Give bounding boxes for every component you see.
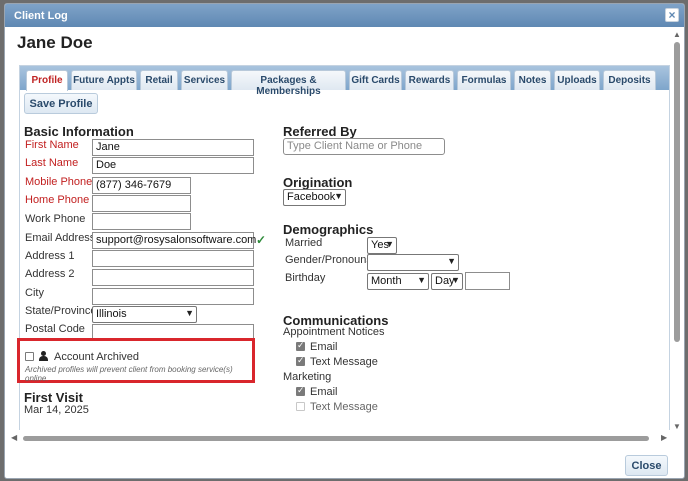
- appointment-text-checkbox[interactable]: [296, 355, 305, 366]
- archive-note: Archived profiles will prevent client fr…: [25, 365, 233, 383]
- email-label: Email Address: [25, 232, 96, 244]
- save-profile-button[interactable]: Save Profile: [24, 93, 98, 114]
- tab-rewards[interactable]: Rewards: [405, 70, 454, 90]
- account-archived-label: Account Archived: [54, 351, 139, 363]
- email-field[interactable]: support@rosysalonsoftware.com: [92, 232, 256, 249]
- dialog-title: Client Log: [14, 10, 68, 22]
- close-icon[interactable]: ×: [665, 8, 679, 22]
- address2-field[interactable]: [92, 269, 254, 286]
- horizontal-scroll-thumb[interactable]: [23, 436, 649, 441]
- tab-services[interactable]: Services: [181, 70, 228, 90]
- home-phone-label: Home Phone: [25, 194, 90, 206]
- account-archived-checkbox[interactable]: [25, 352, 34, 361]
- work-phone-field[interactable]: [92, 213, 191, 230]
- tab-packages-memberships[interactable]: Packages & Memberships: [231, 70, 346, 97]
- origination-title: Origination: [283, 175, 353, 190]
- postal-code-label: Postal Code: [25, 323, 85, 335]
- birthday-label: Birthday: [285, 272, 326, 284]
- marketing-text-checkbox[interactable]: [296, 402, 305, 411]
- tab-bar: Profile Future Appts Retail Services Pac…: [20, 66, 669, 97]
- marketing-email-label: Email: [310, 386, 338, 398]
- state-label: State/Province: [25, 305, 97, 317]
- appointment-notices-label: Appointment Notices: [283, 326, 385, 338]
- first-visit-title: First Visit: [24, 390, 84, 405]
- address2-label: Address 2: [25, 268, 75, 280]
- basic-info-title: Basic Information: [24, 124, 134, 139]
- tab-deposits[interactable]: Deposits: [603, 70, 656, 90]
- scroll-down-icon[interactable]: ▼: [673, 422, 681, 431]
- work-phone-label: Work Phone: [25, 213, 86, 225]
- city-field[interactable]: [92, 288, 254, 305]
- chevron-down-icon: ▼: [185, 308, 194, 318]
- married-select[interactable]: Yes ▼: [367, 237, 397, 254]
- tab-gift-cards[interactable]: Gift Cards: [349, 70, 402, 90]
- scroll-left-icon[interactable]: ◀: [11, 433, 17, 442]
- chevron-down-icon: ▼: [447, 256, 456, 266]
- close-button[interactable]: Close: [625, 455, 668, 476]
- tab-profile[interactable]: Profile: [26, 70, 68, 91]
- client-log-dialog: Client Log × Jane Doe Profile Future App…: [4, 3, 685, 479]
- state-value: Illinois: [96, 308, 127, 320]
- referred-by-input[interactable]: Type Client Name or Phone: [283, 138, 445, 155]
- origination-select[interactable]: Facebook ▼: [283, 189, 346, 206]
- tab-future-appts[interactable]: Future Appts: [71, 70, 137, 90]
- address1-label: Address 1: [25, 250, 75, 262]
- tab-formulas[interactable]: Formulas: [457, 70, 511, 90]
- vertical-scrollbar[interactable]: ▲ ▼: [672, 30, 682, 434]
- user-icon: [39, 351, 48, 361]
- client-name-heading: Jane Doe: [17, 33, 93, 52]
- birthday-day-select[interactable]: Day ▼: [431, 273, 463, 290]
- chevron-down-icon: ▼: [385, 239, 394, 249]
- account-archived-highlight: Account Archived Archived profiles will …: [17, 338, 255, 383]
- scroll-right-icon[interactable]: ▶: [661, 433, 667, 442]
- address1-field[interactable]: [92, 250, 254, 267]
- horizontal-scrollbar[interactable]: ◀ ▶: [9, 433, 669, 443]
- gender-label: Gender/Pronouns: [285, 254, 372, 266]
- scroll-up-icon[interactable]: ▲: [673, 30, 681, 39]
- dialog-titlebar[interactable]: Client Log ×: [5, 4, 684, 27]
- first-visit-date: Mar 14, 2025: [24, 404, 89, 416]
- vertical-scroll-thumb[interactable]: [674, 42, 680, 342]
- marketing-label: Marketing: [283, 371, 332, 383]
- home-phone-field[interactable]: [92, 195, 191, 212]
- chevron-down-icon: ▼: [451, 275, 460, 285]
- origination-value: Facebook: [287, 191, 336, 203]
- last-name-field[interactable]: Doe: [92, 157, 254, 174]
- appointment-text-label: Text Message: [310, 356, 378, 368]
- marketing-email-checkbox[interactable]: [296, 385, 305, 396]
- birthday-month-value: Month: [371, 275, 402, 287]
- demographics-title: Demographics: [283, 222, 374, 237]
- mobile-phone-field[interactable]: (877) 346-7679: [92, 177, 191, 194]
- marketing-text-label: Text Message: [310, 401, 378, 413]
- birthday-month-select[interactable]: Month ▼: [367, 273, 429, 290]
- chevron-down-icon: ▼: [334, 191, 343, 201]
- first-name-field[interactable]: Jane: [92, 139, 254, 156]
- appointment-email-checkbox[interactable]: [296, 340, 305, 351]
- married-label: Married: [285, 237, 323, 249]
- last-name-label: Last Name: [25, 157, 79, 169]
- gender-select[interactable]: ▼: [367, 254, 459, 271]
- tab-uploads[interactable]: Uploads: [554, 70, 600, 90]
- mobile-phone-label: Mobile Phone: [25, 176, 93, 188]
- tab-retail[interactable]: Retail: [140, 70, 178, 90]
- referred-by-title: Referred By: [283, 124, 357, 139]
- tab-notes[interactable]: Notes: [514, 70, 551, 90]
- check-icon: ✓: [256, 233, 267, 247]
- chevron-down-icon: ▼: [417, 275, 426, 285]
- state-select[interactable]: Illinois ▼: [92, 306, 197, 323]
- first-name-label: First Name: [25, 139, 79, 151]
- appointment-email-label: Email: [310, 341, 338, 353]
- birthday-year-field[interactable]: [465, 272, 510, 290]
- city-label: City: [25, 287, 44, 299]
